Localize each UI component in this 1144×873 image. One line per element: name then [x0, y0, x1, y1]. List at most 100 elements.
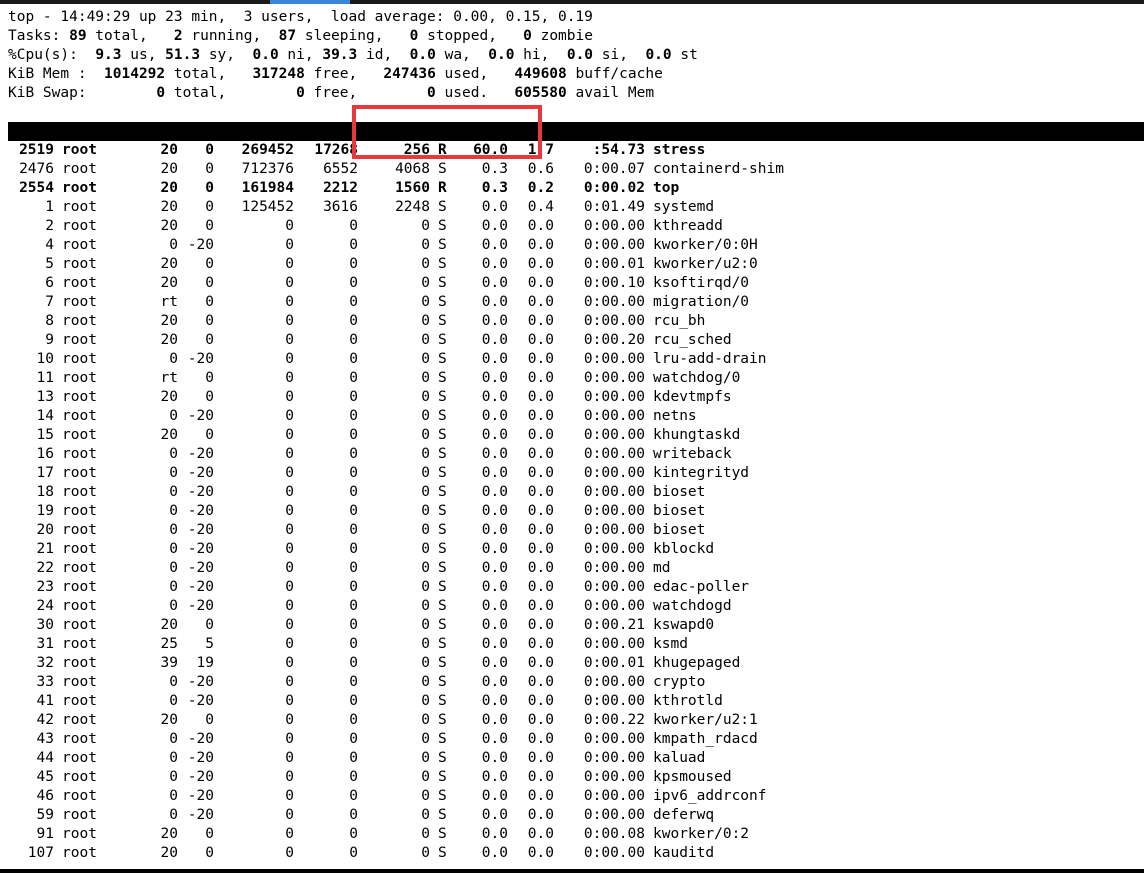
- cell-virt: 0: [285, 351, 294, 367]
- process-row: 16 root 0 -20 0 0 0 S 0.0 0.0 0:00.00 writeback: [8, 445, 1144, 464]
- summary-label: total,: [165, 85, 297, 101]
- cell-ni: -20: [187, 522, 214, 538]
- cell-cmd: ipv6_addrconf: [653, 788, 767, 804]
- cell-time: 0:00.00: [583, 636, 645, 652]
- cell-cpu: 0.0: [481, 389, 508, 405]
- cell-cmd: bioset: [653, 484, 706, 500]
- cell-user: root: [62, 199, 97, 215]
- cell-virt: 0: [285, 788, 294, 804]
- cell-shr: 0: [421, 256, 430, 272]
- cell-cpu: 0.0: [481, 199, 508, 215]
- cell-virt: 0: [285, 579, 294, 595]
- cell-mem: 0.0: [527, 389, 554, 405]
- cell-user: root: [62, 180, 97, 196]
- cell-user: root: [62, 807, 97, 823]
- window-bottom-edge: [0, 869, 1144, 873]
- cell-res: 0: [349, 769, 358, 785]
- cell-cpu: 0.0: [481, 351, 508, 367]
- cell-res: 0: [349, 484, 358, 500]
- process-row: 32 root 39 19 0 0 0 S 0.0 0.0 0:00.01 khugepaged: [8, 654, 1144, 673]
- cell-virt: 0: [285, 845, 294, 861]
- cell-pid: 41: [36, 693, 54, 709]
- cell-s: S: [438, 389, 447, 405]
- summary-value: 605580: [514, 85, 567, 101]
- cell-shr: 0: [421, 427, 430, 443]
- process-row: 23 root 0 -20 0 0 0 S 0.0 0.0 0:00.00 edac-poller: [8, 578, 1144, 597]
- cell-time: 0:00.00: [583, 598, 645, 614]
- cell-ni: 0: [205, 180, 214, 196]
- cell-virt: 0: [285, 522, 294, 538]
- cell-cpu: 0.0: [481, 484, 508, 500]
- cell-cmd: kaluad: [653, 750, 706, 766]
- cell-s: S: [438, 845, 447, 861]
- process-row: 59 root 0 -20 0 0 0 S 0.0 0.0 0:00.00 deferwq: [8, 806, 1144, 825]
- summary-value: 317248: [252, 66, 305, 82]
- cell-pr: 0: [169, 598, 178, 614]
- cell-user: root: [62, 693, 97, 709]
- cell-shr: 0: [421, 408, 430, 424]
- cell-cmd: kworker/0:0H: [653, 237, 758, 253]
- summary-value: 0.0: [252, 47, 279, 63]
- cell-shr: 0: [421, 560, 430, 576]
- cell-cmd: bioset: [653, 503, 706, 519]
- cell-mem: 0.0: [527, 731, 554, 747]
- summary-label: hi,: [514, 47, 567, 63]
- cell-cpu: 0.0: [481, 674, 508, 690]
- cell-shr: 0: [421, 237, 430, 253]
- cell-ni: -20: [187, 807, 214, 823]
- cell-user: root: [62, 522, 97, 538]
- cell-pid: 107: [27, 845, 54, 861]
- cell-mem: 0.0: [527, 845, 554, 861]
- cell-time: 0:00.01: [583, 655, 645, 671]
- cell-ni: -20: [187, 484, 214, 500]
- cell-shr: 0: [421, 389, 430, 405]
- cell-ni: -20: [187, 560, 214, 576]
- cell-mem: 0.0: [527, 769, 554, 785]
- cell-cmd: kblockd: [653, 541, 715, 557]
- cell-res: 0: [349, 674, 358, 690]
- cell-ni: 0: [205, 712, 214, 728]
- cell-res: 0: [349, 427, 358, 443]
- cell-ni: 5: [205, 636, 214, 652]
- cell-s: S: [438, 636, 447, 652]
- cell-pr: 20: [160, 332, 178, 348]
- cell-pr: 0: [169, 750, 178, 766]
- cell-ni: -20: [187, 693, 214, 709]
- cell-time: 0:00.00: [583, 674, 645, 690]
- cell-pr: 20: [160, 275, 178, 291]
- cell-shr: 0: [421, 750, 430, 766]
- cell-cmd: kswapd0: [653, 617, 715, 633]
- cell-cmd: edac-poller: [653, 579, 750, 595]
- cell-s: S: [438, 807, 447, 823]
- cell-ni: -20: [187, 541, 214, 557]
- cell-pr: 39: [160, 655, 178, 671]
- cell-mem: 0.0: [527, 693, 554, 709]
- cell-pid: 7: [45, 294, 54, 310]
- cell-s: S: [438, 161, 447, 177]
- cell-mem: 0.0: [527, 465, 554, 481]
- cell-virt: 0: [285, 617, 294, 633]
- cell-s: S: [438, 712, 447, 728]
- summary-label: total,: [86, 28, 174, 44]
- cell-pr: 20: [160, 161, 178, 177]
- cell-time: 0:00.00: [583, 351, 645, 367]
- cell-mem: 0.2: [527, 180, 554, 196]
- process-row: 33 root 0 -20 0 0 0 S 0.0 0.0 0:00.00 crypto: [8, 673, 1144, 692]
- cell-pr: 20: [160, 142, 178, 158]
- cell-user: root: [62, 294, 97, 310]
- summary-label: free,: [304, 85, 428, 101]
- cell-ni: 0: [205, 389, 214, 405]
- cell-user: root: [62, 256, 97, 272]
- cell-shr: 0: [421, 294, 430, 310]
- cell-ni: -20: [187, 750, 214, 766]
- cell-pr: 20: [160, 313, 178, 329]
- cell-res: 0: [349, 256, 358, 272]
- cell-ni: -20: [187, 465, 214, 481]
- cell-cpu: 0.0: [481, 446, 508, 462]
- cell-virt: 0: [285, 750, 294, 766]
- cell-pid: 43: [36, 731, 54, 747]
- summary-value: 1014292: [104, 66, 166, 82]
- cell-cpu: 0.0: [481, 370, 508, 386]
- cell-pr: 20: [160, 845, 178, 861]
- cell-res: 0: [349, 617, 358, 633]
